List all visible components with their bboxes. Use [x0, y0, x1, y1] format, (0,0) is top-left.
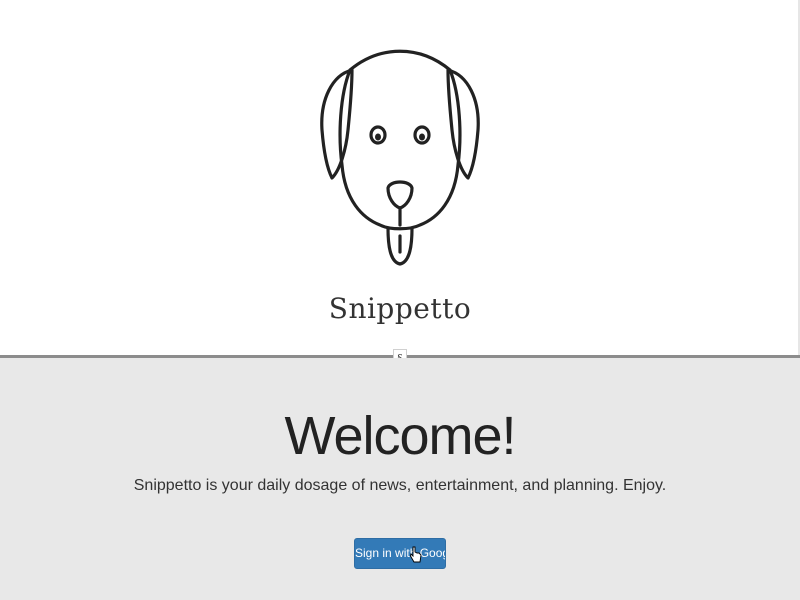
welcome-heading: Welcome! [284, 406, 516, 466]
dog-face-icon [320, 49, 480, 266]
hero-section: Snippetto [0, 0, 800, 356]
welcome-tagline: Snippetto is your daily dosage of news, … [133, 477, 667, 494]
brand-name: Snippetto [328, 292, 472, 325]
sign-in-google-button[interactable]: Sign in with Google [354, 538, 446, 569]
login-page: Snippetto § Welcome! Snippetto is your d… [0, 0, 800, 600]
